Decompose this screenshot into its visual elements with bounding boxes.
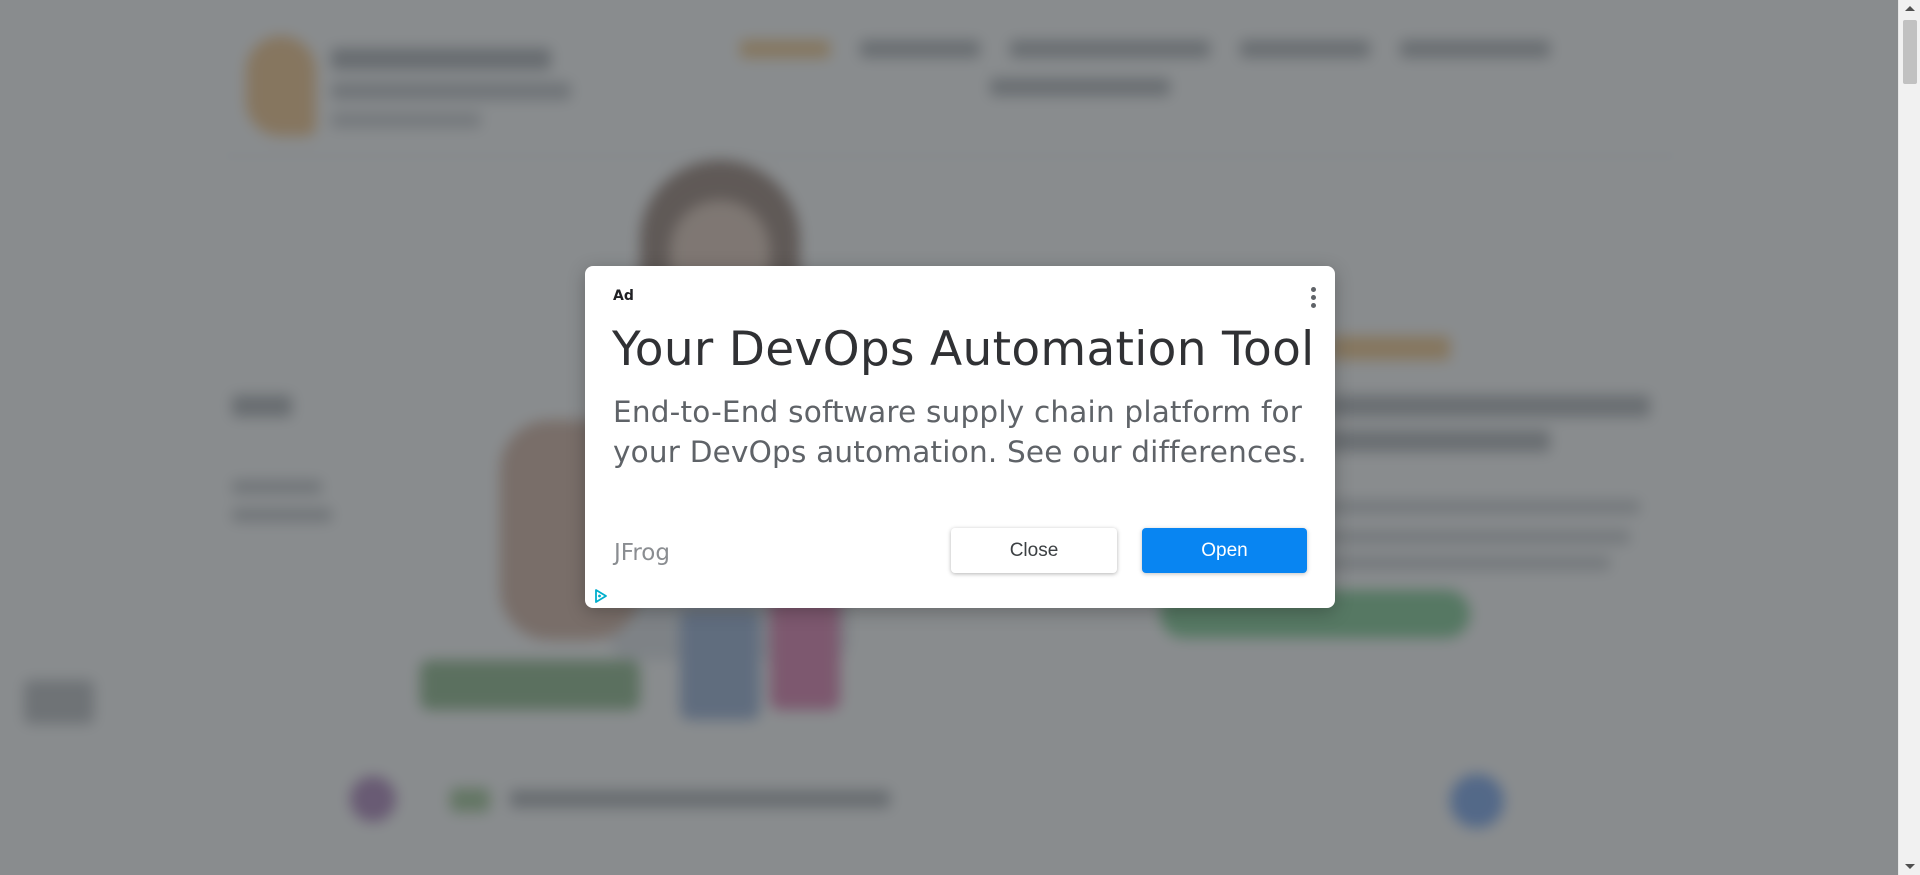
scrollbar-thumb[interactable] — [1903, 20, 1917, 84]
page-scrollbar[interactable] — [1898, 0, 1920, 875]
scroll-up-icon[interactable] — [1905, 6, 1915, 11]
ad-description[interactable]: End-to-End software supply chain platfor… — [613, 392, 1313, 472]
adchoices-icon[interactable] — [593, 588, 609, 604]
more-vert-icon[interactable] — [1305, 284, 1321, 310]
ad-dialog: Ad Your DevOps Automation Tool End-to-En… — [585, 266, 1335, 608]
close-button[interactable]: Close — [951, 528, 1117, 573]
scroll-down-icon[interactable] — [1905, 864, 1915, 869]
open-button[interactable]: Open — [1142, 528, 1307, 573]
ad-headline[interactable]: Your DevOps Automation Tool — [612, 322, 1314, 377]
ad-advertiser[interactable]: JFrog — [614, 540, 670, 566]
ad-label: Ad — [613, 288, 634, 304]
